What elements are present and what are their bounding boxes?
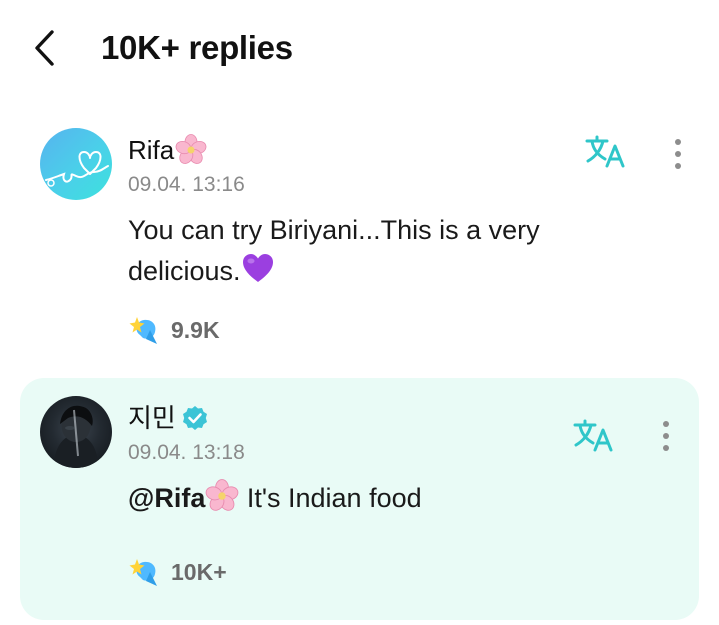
author-row: Rifa <box>128 132 207 168</box>
more-vertical-icon <box>675 139 681 169</box>
author-row: 지민 <box>128 400 208 436</box>
reaction-count: 9.9K <box>171 316 220 343</box>
avatar[interactable] <box>40 396 112 468</box>
translate-icon <box>573 419 613 452</box>
top-bar: 10K+ replies <box>0 0 719 100</box>
cherry-blossom-icon <box>206 479 239 511</box>
purple-heart-icon <box>242 254 273 282</box>
verified-badge-icon <box>182 406 207 430</box>
comment-body: You can try Biriyani...This is a very de… <box>128 215 540 286</box>
comment-text: You can try Biriyani...This is a very de… <box>128 210 648 292</box>
avatar-heart-doodle <box>45 151 109 187</box>
reaction-button[interactable]: 9.9K <box>128 312 220 348</box>
back-button[interactable] <box>28 28 64 68</box>
chevron-left-icon <box>35 30 54 66</box>
translate-icon <box>585 135 625 168</box>
comment-body: It's Indian food <box>239 483 422 513</box>
timestamp: 09.04. 13:16 <box>128 173 245 196</box>
comment-card-highlighted: 지민 09.04. 13:18 @Rifa It's Indian food 1… <box>20 378 699 620</box>
avatar-photo <box>54 405 98 468</box>
reaction-count: 10K+ <box>171 558 227 585</box>
comment-card: Rifa 09.04. 13:16 You can try Biriyani..… <box>20 110 699 360</box>
reaction-button[interactable]: 10K+ <box>128 554 227 590</box>
timestamp: 09.04. 13:18 <box>128 441 245 464</box>
translate-button[interactable] <box>571 416 617 456</box>
mention-link[interactable]: @Rifa <box>128 483 205 513</box>
reaction-sparkle-icon <box>129 317 157 344</box>
reaction-sparkle-icon <box>129 559 157 586</box>
comment-text: @Rifa It's Indian food <box>128 478 648 519</box>
avatar[interactable] <box>40 128 112 200</box>
more-options-button[interactable] <box>656 416 676 456</box>
page-title: 10K+ replies <box>101 29 293 66</box>
author-name[interactable]: Rifa <box>128 132 174 168</box>
translate-button[interactable] <box>583 132 629 172</box>
more-options-button[interactable] <box>668 134 688 174</box>
more-vertical-icon <box>663 421 669 451</box>
cherry-blossom-icon <box>175 134 207 164</box>
author-name[interactable]: 지민 <box>128 400 176 436</box>
